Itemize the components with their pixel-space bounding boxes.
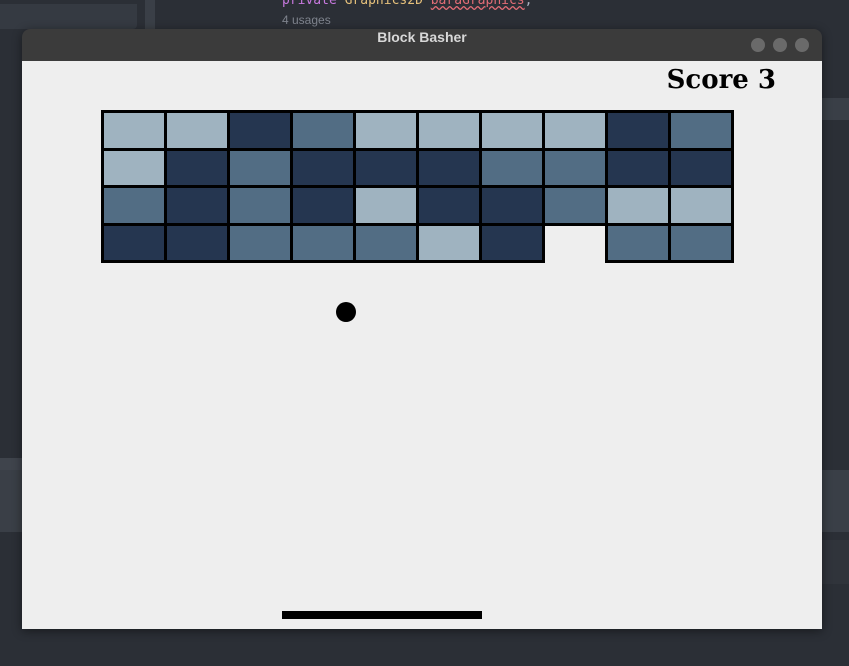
brick [668, 110, 734, 151]
maximize-button[interactable] [773, 38, 787, 52]
ide-bottom-panel-right [822, 470, 849, 532]
ide-code-line: private Graphics2D baraGraphics; [282, 0, 532, 8]
ide-project-panel [0, 4, 137, 29]
score-display: Score 3 [666, 65, 776, 95]
window-title: Block Basher [377, 29, 467, 45]
brick [605, 110, 671, 151]
brick [290, 147, 356, 188]
brick [227, 185, 293, 226]
brick [227, 222, 293, 263]
close-button[interactable] [795, 38, 809, 52]
brick [164, 222, 230, 263]
brick [353, 110, 419, 151]
ide-side-strip [822, 98, 849, 120]
brick [164, 147, 230, 188]
brick [227, 110, 293, 151]
brick [668, 185, 734, 226]
code-identifier: baraGraphics [430, 0, 525, 8]
brick [290, 110, 356, 151]
brick [479, 147, 545, 188]
brick [668, 222, 734, 263]
brick [668, 147, 734, 188]
ide-status-area [822, 540, 849, 584]
brick [290, 222, 356, 263]
brick [542, 185, 608, 226]
brick [479, 185, 545, 226]
brick [101, 222, 167, 263]
ide-line-number: · [178, 0, 185, 6]
game-canvas[interactable]: Score 3 [22, 61, 822, 629]
code-semicolon: ; [524, 0, 533, 8]
brick [101, 110, 167, 151]
ide-bottom-panel [0, 470, 22, 532]
brick [542, 110, 608, 151]
brick [605, 147, 671, 188]
code-keyword: private [282, 0, 337, 8]
brick [164, 185, 230, 226]
brick [353, 185, 419, 226]
brick-wall [22, 61, 822, 629]
brick [605, 222, 671, 263]
game-window: Block Basher Score 3 [22, 29, 822, 629]
brick [416, 147, 482, 188]
brick [290, 185, 356, 226]
brick [353, 147, 419, 188]
brick [101, 147, 167, 188]
ide-gutter [145, 0, 155, 30]
brick [416, 185, 482, 226]
brick [227, 147, 293, 188]
ball [336, 302, 356, 322]
brick [479, 222, 545, 263]
brick [353, 222, 419, 263]
code-type: Graphics2D [336, 0, 431, 8]
brick [416, 110, 482, 151]
brick [164, 110, 230, 151]
ide-panel-edge [0, 458, 22, 470]
brick [479, 110, 545, 151]
title-bar[interactable]: Block Basher [22, 29, 822, 61]
brick [416, 222, 482, 263]
brick [542, 147, 608, 188]
paddle[interactable] [282, 611, 482, 619]
brick [101, 185, 167, 226]
minimize-button[interactable] [751, 38, 765, 52]
ide-usages-hint[interactable]: 4 usages [282, 13, 331, 27]
brick [605, 185, 671, 226]
